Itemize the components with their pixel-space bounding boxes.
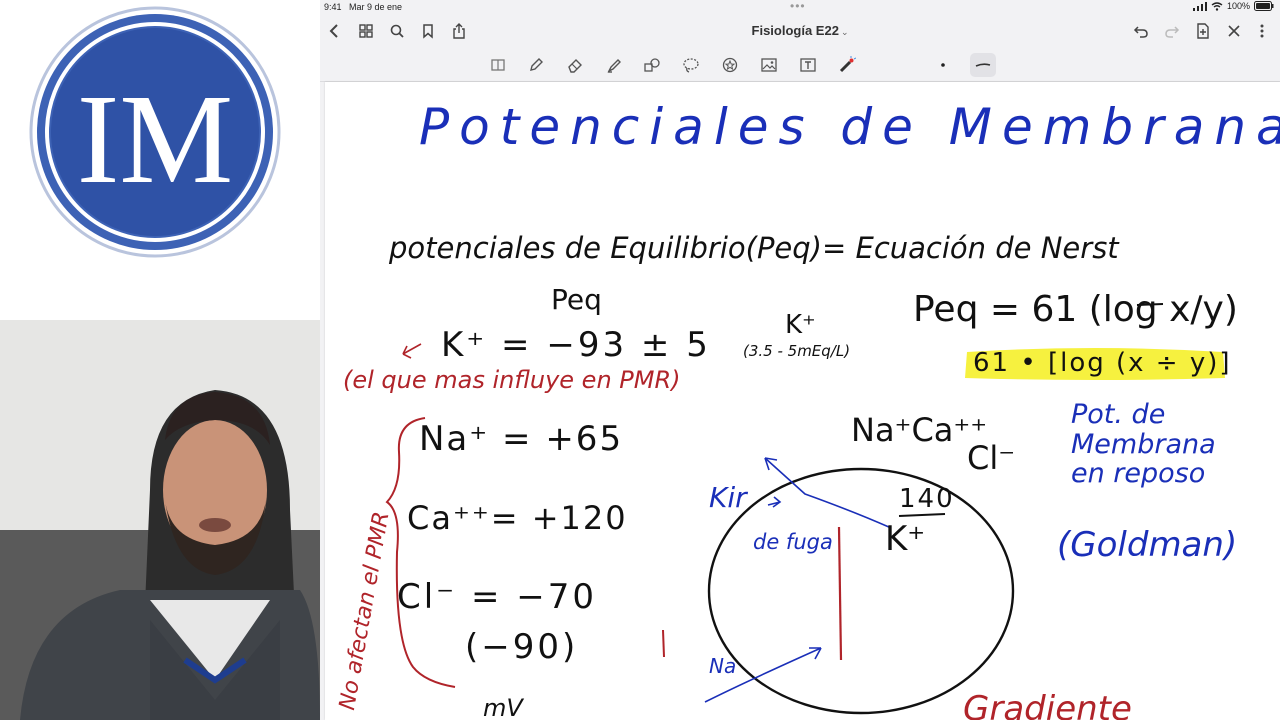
fraction-bar bbox=[898, 513, 946, 517]
laser-pointer-icon[interactable] bbox=[837, 55, 857, 75]
calcium-value: Ca⁺⁺= +120 bbox=[407, 499, 628, 537]
chevron-down-icon: ⌄ bbox=[840, 27, 849, 37]
red-tick-mark bbox=[662, 629, 665, 658]
textbox-icon[interactable] bbox=[798, 55, 818, 75]
webcam-feed bbox=[0, 320, 320, 720]
image-icon[interactable] bbox=[759, 55, 779, 75]
signal-icon bbox=[1192, 1, 1207, 11]
nernst-formula: Peq = 61 (log x/y) bbox=[913, 289, 1238, 330]
equilibrium-heading: potenciales de Equilibrio(Peq)= Ecuación… bbox=[389, 231, 1119, 265]
leak-channel-label: de fuga bbox=[753, 530, 833, 554]
stroke-width-selector[interactable] bbox=[970, 53, 996, 77]
redo-icon[interactable] bbox=[1162, 21, 1182, 41]
drawing-toolbar bbox=[320, 48, 1280, 82]
cell-membrane-circle bbox=[707, 467, 1015, 715]
status-date: Mar 9 de ene bbox=[349, 2, 403, 12]
wifi-icon bbox=[1211, 1, 1223, 11]
status-bar: 9:41 Mar 9 de ene ••• 100% bbox=[320, 0, 1280, 14]
notebook-page[interactable]: Potenciales de Membrana potenciales de E… bbox=[325, 82, 1280, 720]
peq-label: Peq bbox=[551, 283, 602, 316]
sodium-value: Na⁺ = +65 bbox=[419, 419, 624, 459]
shapes-icon[interactable] bbox=[642, 55, 662, 75]
undo-icon[interactable] bbox=[1131, 21, 1151, 41]
pen-icon[interactable] bbox=[526, 55, 546, 75]
extracellular-chloride: Cl⁻ bbox=[967, 439, 1016, 477]
gradient-label: Gradiente bbox=[963, 689, 1132, 720]
kir-channel-label: Kir bbox=[709, 481, 747, 514]
arrowhead-icon bbox=[809, 647, 822, 660]
channel-logo-panel: IM bbox=[0, 0, 320, 320]
more-icon[interactable] bbox=[1252, 21, 1272, 41]
potassium-concentration: (3.5 - 5mEq/L) bbox=[743, 342, 851, 360]
chloride-value: Cl⁻ = −70 bbox=[397, 577, 597, 617]
notes-app-window: 9:41 Mar 9 de ene ••• 100% Fisiología E2… bbox=[320, 0, 1280, 720]
potassium-value: K⁺ = −93 ± 5 bbox=[441, 325, 711, 365]
intracellular-ion: K⁺ bbox=[885, 519, 926, 559]
chloride-alt-value: (−90) bbox=[465, 627, 579, 667]
eraser-icon[interactable] bbox=[565, 55, 585, 75]
document-title-text: Fisiología E22 bbox=[751, 23, 839, 38]
potassium-ion-label: K⁺ bbox=[785, 310, 816, 340]
highlighter-icon[interactable] bbox=[604, 55, 624, 75]
add-page-icon[interactable] bbox=[1193, 21, 1213, 41]
lasso-icon[interactable] bbox=[681, 55, 701, 75]
note-title: Potenciales de Membrana bbox=[419, 98, 1280, 156]
presenter-image bbox=[0, 320, 320, 720]
sodium-small-label: Na bbox=[709, 654, 737, 678]
status-time: 9:41 bbox=[324, 2, 342, 12]
nernst-formula-alt: 61 • [log (x ÷ y)] bbox=[973, 348, 1232, 378]
pages-icon[interactable] bbox=[488, 55, 508, 75]
sticker-icon[interactable] bbox=[720, 55, 740, 75]
potassium-note: (el que mas influye en PMR) bbox=[343, 366, 681, 394]
status-indicators: 100% bbox=[1192, 1, 1274, 11]
logo-letters: IM bbox=[77, 68, 233, 210]
intracellular-concentration: 140 bbox=[899, 484, 955, 514]
resting-potential-title: Pot. de Membrana en reposo bbox=[1071, 399, 1216, 490]
leak-channel-line bbox=[837, 526, 843, 661]
kir-arrow bbox=[767, 496, 782, 508]
battery-percent: 100% bbox=[1226, 1, 1250, 11]
im-logo: IM bbox=[29, 6, 281, 258]
pen-color-black-icon[interactable] bbox=[933, 55, 953, 75]
close-icon[interactable] bbox=[1224, 21, 1244, 41]
red-arrow-mark bbox=[402, 343, 422, 359]
navigation-bar: Fisiología E22 ⌄ bbox=[320, 14, 1280, 48]
goldman-label: (Goldman) bbox=[1057, 525, 1238, 565]
unit-label: mV bbox=[483, 694, 523, 720]
battery-icon bbox=[1254, 1, 1274, 11]
multitask-dots-icon[interactable]: ••• bbox=[790, 0, 806, 13]
